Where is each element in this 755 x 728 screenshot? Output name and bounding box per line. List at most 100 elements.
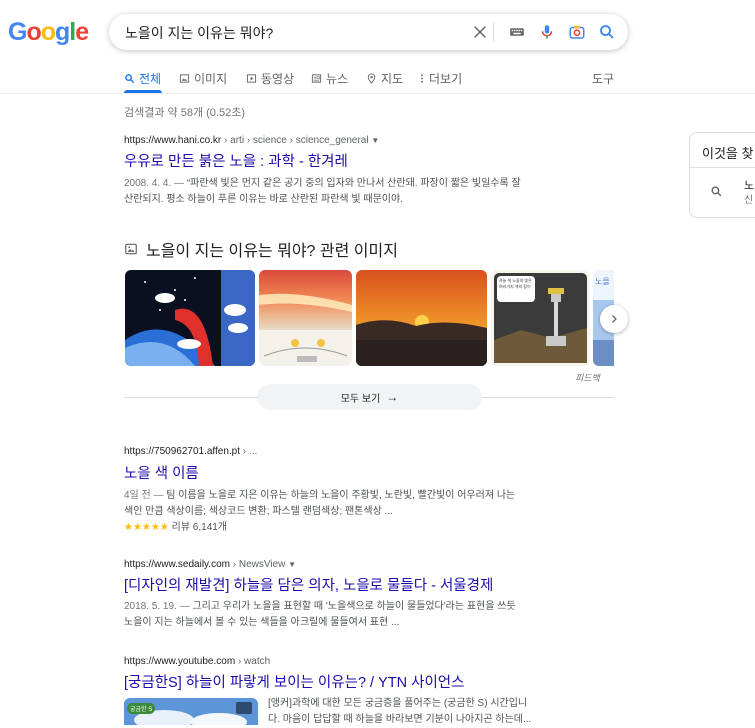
dropdown-arrow-icon[interactable]: ▼ (371, 136, 379, 145)
image-icon (125, 243, 137, 255)
review-count: 리뷰 6,141개 (171, 522, 228, 533)
tab-label: 뉴스 (326, 72, 349, 86)
snippet-line: 산란되지. 평소 하늘이 푸른 이유는 바로 산란된 파란색 빛 때문이야. (124, 194, 403, 205)
google-logo[interactable]: Google (8, 18, 89, 47)
play-icon (236, 702, 252, 714)
result-title[interactable]: 우유로 만든 붉은 노을 : 과학 - 한겨레 (124, 150, 579, 171)
knowledge-item-subtitle: 신 (744, 195, 754, 206)
result-stats: 검색결과 약 58개 (0.52초) (124, 107, 245, 119)
header-divider (0, 93, 755, 94)
search-input[interactable]: 노을이 지는 이유는 뭐야? (125, 23, 273, 43)
video-thumbnail[interactable]: 궁금한 S (124, 698, 258, 725)
result-title[interactable]: 노을 색 이름 (124, 462, 579, 483)
result-date: 2008. 4. 4. — (124, 178, 187, 189)
search-result: https://www.sedaily.com › NewsView ▼ [디자… (124, 559, 579, 631)
images-next-button[interactable] (600, 305, 628, 333)
result-path: › NewsView (229, 559, 286, 570)
search-divider (493, 22, 494, 42)
snippet-line: 다. 마음이 답답할 때 하늘을 바라보면 기분이 나아지곤 하는데... (268, 714, 532, 725)
more-vert-icon (421, 74, 423, 83)
feedback-link[interactable]: 피드백 (575, 371, 600, 384)
search-result: https://www.hani.co.kr › arti › science … (124, 135, 579, 208)
logo-letter: o (40, 18, 56, 46)
logo-letter: e (75, 18, 89, 46)
image-thumbnail[interactable] (125, 270, 255, 366)
search-icon[interactable] (598, 23, 616, 41)
image-thumbnail[interactable] (356, 270, 487, 366)
tab-label: 동영상 (261, 72, 295, 86)
image-thumbnail[interactable]: 하늘 색 노을의 빛은 여러가지 색의 합이 (491, 270, 590, 366)
microphone-icon[interactable] (538, 23, 556, 41)
clear-icon[interactable] (471, 23, 489, 41)
image-icon (179, 74, 190, 83)
result-path: › watch (235, 656, 271, 667)
tab-label: 더보기 (429, 72, 463, 86)
dropdown-arrow-icon[interactable]: ▼ (288, 560, 296, 569)
tab-label: 이미지 (194, 72, 228, 86)
tab-all[interactable]: 전체 (124, 70, 161, 87)
snippet-line: 그리고 우리가 노을을 표현할 때 '노을색으로 하늘이 물들었다'라는 표현을… (192, 601, 516, 612)
images-section-heading: 노을이 지는 이유는 뭐야? 관련 이미지 (124, 237, 398, 261)
result-url[interactable]: https://www.youtube.com › watch (124, 656, 579, 667)
knowledge-divider (690, 167, 755, 168)
news-icon (311, 74, 322, 83)
result-path: › ... (240, 446, 258, 457)
result-date: 4일 전 — (124, 490, 167, 501)
tab-more[interactable]: 더보기 (419, 70, 462, 87)
tools-label: 도구 (592, 72, 615, 86)
tools-button[interactable]: 도구 (592, 70, 614, 87)
sunset-photo-image (356, 270, 487, 366)
logo-letter: G (8, 18, 27, 46)
tab-videos[interactable]: 동영상 (246, 70, 294, 87)
result-title[interactable]: [디자인의 재발견] 하늘을 담은 의자, 노을로 물들다 - 서울경제 (124, 574, 579, 595)
sunset-sky-diagram-image (259, 270, 352, 366)
search-icon (125, 74, 135, 84)
tab-label: 전체 (139, 72, 162, 86)
video-icon (246, 74, 257, 83)
star-rating: ★★★★★ (124, 522, 169, 533)
snippet-line: 팀 이름을 노을로 지은 이유는 하늘의 노을이 주황빛, 노란빛, 빨간빛이 … (166, 490, 516, 501)
result-domain: https://www.hani.co.kr (124, 135, 222, 146)
see-all-label: 모두 보기 (340, 393, 381, 405)
thumbnail-caption: 하늘 색 노을의 빛은 여러가지 색의 합이 (499, 278, 532, 289)
result-title[interactable]: [궁금한S] 하늘이 파랗게 보이는 이유는? / YTN 사이언스 (124, 671, 579, 692)
tab-news[interactable]: 뉴스 (311, 70, 348, 87)
search-box[interactable]: 노을이 지는 이유는 뭐야? (109, 14, 628, 50)
result-url[interactable]: https://750962701.affen.pt › ... (124, 446, 579, 457)
rating-row: ★★★★★ 리뷰 6,141개 (124, 520, 579, 536)
snippet-line: 노을이 지는 하늘에서 볼 수 있는 색들을 아크릴에 물들여서 표현 ... (124, 617, 400, 628)
tab-maps[interactable]: 지도 (366, 70, 403, 87)
logo-letter: o (26, 18, 41, 46)
snippet-line: “파란색 빛은 먼지 같은 공기 중의 입자와 만나서 산란돼. 파장이 짧은 … (186, 178, 521, 189)
result-snippet: 2008. 4. 4. — “파란색 빛은 먼지 같은 공기 중의 입자와 만나… (124, 176, 579, 208)
result-url[interactable]: https://www.hani.co.kr › arti › science … (124, 135, 579, 146)
knowledge-panel-title: 이것을 찾 (702, 146, 754, 161)
search-icon (711, 186, 722, 197)
see-all-images-button[interactable]: 모두 보기 → (257, 384, 482, 410)
earth-cartoon-image (125, 270, 255, 366)
knowledge-panel: 이것을 찾 노 신 (689, 132, 755, 218)
result-path: › arti › science › science_general (221, 135, 369, 146)
result-domain: https://www.sedaily.com (124, 559, 230, 570)
result-snippet: 2018. 5. 19. — 그리고 우리가 노을을 표현할 때 '노을색으로 … (124, 599, 579, 631)
search-result: https://750962701.affen.pt › ... 노을 색 이름… (124, 446, 579, 536)
tab-label: 지도 (381, 72, 404, 86)
result-date: 2018. 5. 19. — (124, 601, 193, 612)
chevron-right-icon (612, 315, 617, 323)
snippet-line: [앵커]과학에 대한 모든 궁금증을 풀어주는 (궁금한 S) 시간입니 (268, 698, 528, 709)
video-snippet: [앵커]과학에 대한 모든 궁금증을 풀어주는 (궁금한 S) 시간입니다. 마… (268, 696, 568, 728)
thumbnail-caption: 노을 (595, 277, 610, 286)
logo-letter: g (55, 18, 70, 46)
camera-lens-icon[interactable] (568, 23, 586, 41)
image-thumbnail[interactable] (259, 270, 352, 366)
result-url[interactable]: https://www.sedaily.com › NewsView ▼ (124, 559, 579, 570)
result-snippet: 4일 전 — 팀 이름을 노을로 지은 이유는 하늘의 노을이 주황빛, 노란빛… (124, 488, 579, 520)
result-domain: https://www.youtube.com (124, 656, 236, 667)
channel-badge: 궁금한 S (127, 703, 156, 714)
tab-images[interactable]: 이미지 (179, 70, 227, 87)
images-heading-text: 노을이 지는 이유는 뭐야? 관련 이미지 (146, 243, 398, 260)
keyboard-icon[interactable] (508, 23, 526, 41)
map-pin-icon (367, 73, 376, 84)
video-result: https://www.youtube.com › watch [궁금한S] 하… (124, 656, 579, 692)
result-domain: https://750962701.affen.pt (124, 446, 241, 457)
